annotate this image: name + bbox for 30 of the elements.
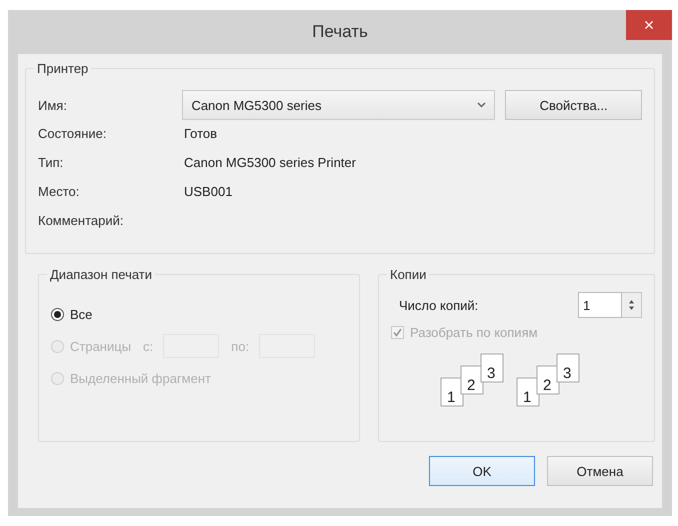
info-label: Комментарий: (38, 213, 124, 228)
printer-dropdown[interactable]: Canon MG5300 series (182, 90, 496, 120)
radio-button[interactable] (51, 308, 64, 320)
spin-arrows-icon (628, 299, 635, 311)
group-title: Копии (387, 267, 430, 282)
info-value: Готов (184, 126, 218, 141)
info-label: Место: (38, 184, 80, 199)
to-label: по: (231, 338, 250, 354)
checkbox-label: Разобрать по копиям (410, 325, 538, 340)
radio-label: Все (70, 306, 92, 322)
from-label: с: (143, 338, 154, 354)
info-label: Состояние: (38, 126, 108, 141)
radio-label: Выделенный фрагмент (70, 370, 211, 386)
info-value: USB001 (184, 184, 232, 199)
properties-button[interactable]: Свойства... (505, 90, 642, 120)
copies-field[interactable]: 1 (578, 292, 622, 318)
collate-drawing: 1 2 3 1 2 3 (439, 348, 599, 410)
chevron-down-icon (477, 102, 486, 108)
copies-label: Число копий: (399, 298, 478, 312)
dialog-button[interactable]: Отмена (547, 456, 653, 486)
spin-button[interactable] (622, 292, 642, 318)
group-title: Диапазон печати (47, 267, 156, 282)
dialog-button[interactable]: OK (429, 456, 535, 486)
info-label: Тип: (38, 155, 64, 170)
close-button[interactable]: × (626, 10, 672, 40)
radio-label: Страницы (70, 338, 132, 354)
info-value: Canon MG5300 series Printer (184, 155, 356, 170)
window-title: Печать (312, 22, 368, 42)
group-title: Принтер (34, 61, 92, 76)
field-label: Имя: (38, 98, 68, 112)
